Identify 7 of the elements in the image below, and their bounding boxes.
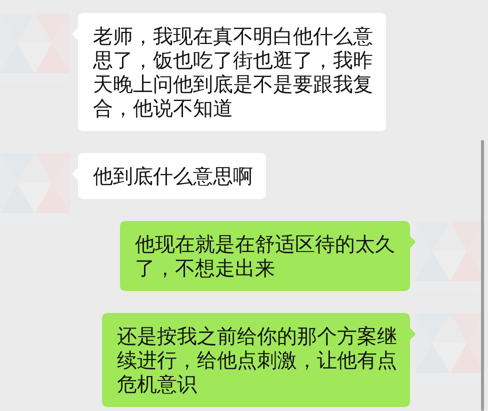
message-bubble: 他现在就是在舒适区待的太久了，不想走出来 bbox=[120, 221, 410, 291]
scrollbar[interactable] bbox=[481, 140, 484, 411]
message-bubble: 他到底什么意思啊 bbox=[78, 153, 266, 199]
bubble-tail bbox=[410, 328, 416, 340]
message-bubble: 还是按我之前给你的那个方案继续进行，给他点刺激，让他有点危机意识 bbox=[102, 313, 410, 407]
message-bubble: 老师，我现在真不明白他什么意思了，饭也吃了街也逛了，我昨天晚上问他到底是不是要跟我复合，他说不知道 bbox=[78, 13, 386, 131]
bubble-tail bbox=[410, 236, 416, 248]
